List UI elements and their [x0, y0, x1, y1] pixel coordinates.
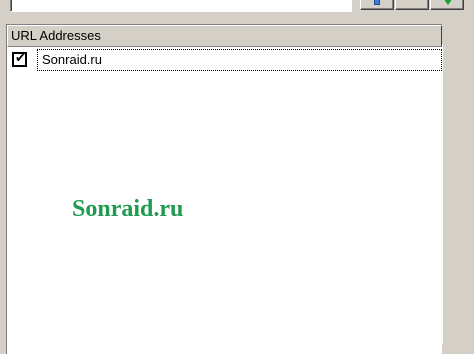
blank-button[interactable] [395, 0, 429, 10]
row-checkbox[interactable]: ✔ [12, 51, 27, 67]
column-header-url-addresses[interactable]: URL Addresses [7, 25, 442, 47]
watermark: Sonraid.ru [72, 196, 184, 222]
list-item[interactable]: ✔ Sonraid.ru [7, 49, 442, 71]
url-input[interactable] [10, 0, 352, 12]
checkmark-icon: ✔ [15, 51, 26, 66]
url-list: URL Addresses ✔ Sonraid.ru [6, 24, 442, 354]
download-button[interactable] [430, 0, 464, 10]
down-arrow-icon [443, 0, 453, 5]
right-panel-edge [442, 44, 474, 344]
info-icon [374, 0, 380, 5]
url-cell[interactable]: Sonraid.ru [37, 49, 442, 71]
toolbar [0, 0, 474, 20]
info-button[interactable] [360, 0, 394, 10]
